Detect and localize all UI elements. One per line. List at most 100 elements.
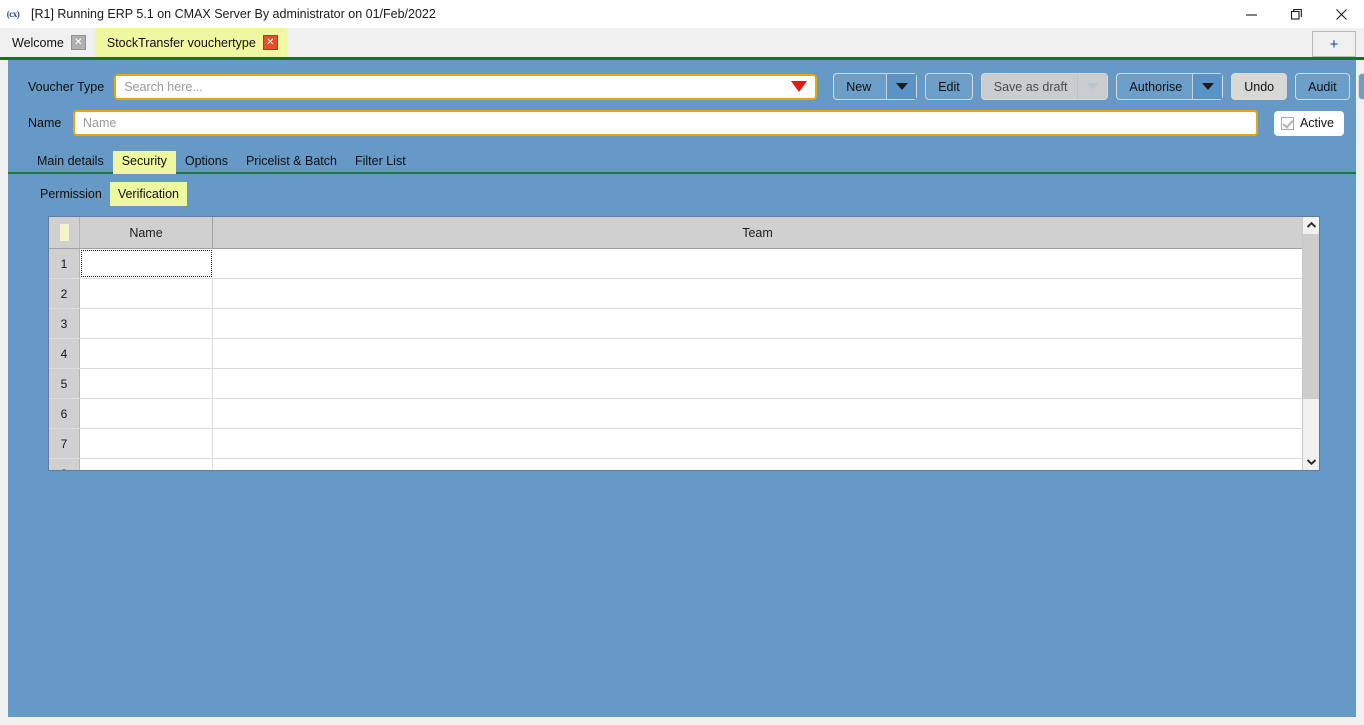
toolbar: New Edit Save as draft Authorise Undo Au… (833, 73, 1364, 100)
app-icon: (cx) (6, 9, 20, 19)
cell-name[interactable] (80, 399, 213, 428)
new-tab-button[interactable]: + (1312, 31, 1356, 57)
active-label: Active (1299, 116, 1334, 130)
table-row[interactable]: 8 (49, 459, 1302, 470)
row-number: 7 (49, 429, 80, 458)
cell-team[interactable] (213, 279, 1302, 308)
cell-team[interactable] (213, 339, 1302, 368)
authorise-dropdown-button[interactable] (1192, 74, 1223, 99)
cell-team[interactable] (213, 399, 1302, 428)
tab-security[interactable]: Security (112, 150, 176, 174)
row-number: 4 (49, 339, 80, 368)
table-row[interactable]: 5 (49, 369, 1302, 399)
undo-button-label: Undo (1244, 79, 1275, 94)
authorise-button-label: Authorise (1129, 79, 1183, 94)
tab-pricelist-and-batch[interactable]: Pricelist & Batch (237, 151, 346, 173)
row-number: 3 (49, 309, 80, 338)
table-row[interactable]: 7 (49, 429, 1302, 459)
cell-team[interactable] (213, 309, 1302, 338)
scrollbar-track[interactable] (1303, 234, 1319, 453)
search-input[interactable] (116, 75, 816, 98)
cell-team[interactable] (213, 459, 1302, 470)
save-as-draft-dropdown-button[interactable] (1077, 74, 1108, 99)
cell-name[interactable] (80, 429, 213, 458)
restore-button[interactable] (1274, 0, 1319, 28)
table-row[interactable]: 4 (49, 339, 1302, 369)
grid-header-row: Name Team (49, 217, 1302, 249)
tab-permission[interactable]: Permission (32, 182, 110, 207)
audit-button-label: Audit (1308, 79, 1337, 94)
row-number: 2 (49, 279, 80, 308)
row-number: 5 (49, 369, 80, 398)
tab-verification[interactable]: Verification (109, 181, 187, 206)
tab-stocktransfer-vouchertype[interactable]: StockTransfer vouchertype ✕ (94, 28, 287, 57)
tab-welcome[interactable]: Welcome ✕ (0, 28, 95, 57)
verification-grid: Name Team 1 2 3 4 5 6 7 (48, 216, 1320, 471)
name-row: Name Active (8, 100, 1356, 136)
content-area: Voucher Type New Edit Save as draft (0, 60, 1364, 725)
cell-name[interactable] (80, 459, 213, 470)
table-row[interactable]: 1 (49, 249, 1302, 279)
scroll-up-icon[interactable] (1303, 217, 1319, 234)
cell-name[interactable] (80, 309, 213, 338)
cell-team[interactable] (213, 369, 1302, 398)
table-row[interactable]: 3 (49, 309, 1302, 339)
edit-button[interactable]: Edit (925, 73, 973, 100)
tab-main-details[interactable]: Main details (28, 151, 113, 173)
save-as-draft-button-label: Save as draft (993, 79, 1068, 94)
row-number: 1 (49, 249, 80, 278)
check-icon[interactable] (1280, 116, 1294, 130)
voucher-type-row: Voucher Type New Edit Save as draft (8, 60, 1364, 100)
close-icon[interactable]: ✕ (262, 35, 278, 50)
voucher-type-label: Voucher Type (28, 79, 105, 94)
save-as-draft-button[interactable]: Save as draft (980, 73, 1109, 100)
audit-button[interactable]: Audit (1295, 73, 1350, 100)
table-row[interactable]: 2 (49, 279, 1302, 309)
cell-name[interactable] (80, 369, 213, 398)
grid-main: Name Team 1 2 3 4 5 6 7 (49, 217, 1302, 470)
table-row[interactable]: 6 (49, 399, 1302, 429)
active-checkbox-container[interactable]: Active (1273, 110, 1344, 136)
window-title: [R1] Running ERP 5.1 on CMAX Server By a… (31, 7, 436, 21)
new-dropdown-button[interactable] (886, 74, 917, 99)
chevron-down-icon[interactable] (791, 81, 808, 92)
edit-button-label: Edit (938, 79, 960, 94)
cell-team[interactable] (213, 429, 1302, 458)
new-button-label: New (846, 79, 872, 94)
window-controls (1229, 0, 1364, 28)
tab-options[interactable]: Options (176, 151, 237, 173)
minimize-button[interactable] (1229, 0, 1274, 28)
window-title-bar: (cx) [R1] Running ERP 5.1 on CMAX Server… (0, 0, 1364, 28)
grid-corner-marker-icon (59, 224, 69, 241)
grid-header-team[interactable]: Team (213, 217, 1302, 248)
grid-corner-cell[interactable] (49, 217, 80, 248)
template-button-label: Template (1359, 80, 1364, 94)
name-input[interactable] (75, 112, 1256, 134)
row-number: 8 (49, 459, 80, 470)
grid-vertical-scrollbar[interactable] (1302, 217, 1319, 470)
new-button[interactable]: New (833, 73, 918, 100)
main-tab-bar: Main details Security Options Pricelist … (8, 150, 1356, 174)
cell-name[interactable] (80, 339, 213, 368)
tab-welcome-label: Welcome (12, 35, 64, 50)
cell-name[interactable] (80, 279, 213, 308)
grid-body: 1 2 3 4 5 6 7 (49, 249, 1302, 470)
name-label: Name (28, 116, 62, 130)
scroll-down-icon[interactable] (1303, 453, 1319, 470)
name-field-box[interactable] (73, 110, 1258, 136)
new-tab-container: + (1312, 31, 1356, 57)
tab-filter-list[interactable]: Filter List (346, 151, 415, 173)
undo-button[interactable]: Undo (1231, 73, 1288, 100)
voucher-type-search-box[interactable] (114, 73, 818, 100)
grid-header-name[interactable]: Name (80, 217, 213, 248)
sub-tab-bar: Permission Verification (8, 180, 1356, 206)
template-button[interactable]: Template (1357, 73, 1364, 100)
close-button[interactable] (1319, 0, 1364, 28)
cell-name[interactable] (81, 250, 212, 277)
chevron-down-icon (1086, 83, 1099, 90)
cell-team[interactable] (213, 249, 1302, 278)
tab-stocktransfer-vouchertype-label: StockTransfer vouchertype (106, 35, 256, 50)
authorise-button[interactable]: Authorise (1116, 73, 1224, 100)
scrollbar-thumb[interactable] (1303, 234, 1319, 399)
close-icon[interactable]: ✕ (70, 35, 86, 50)
